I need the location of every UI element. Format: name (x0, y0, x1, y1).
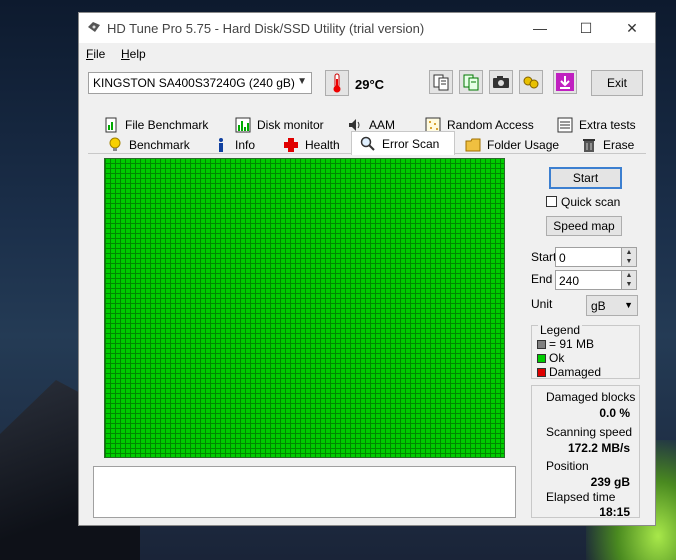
error-scan-panel: Start Quick scan Speed map Start 0 ▲ ▼ E… (88, 153, 646, 520)
spin-up-icon[interactable]: ▲ (621, 271, 636, 280)
quick-scan-label: Quick scan (561, 195, 621, 209)
position-label: Position (546, 459, 589, 473)
legend-swatch-damaged (537, 368, 546, 377)
tools-icon (523, 76, 539, 89)
menu-help-label: elp (129, 47, 146, 61)
damaged-blocks-value: 0.0 % (599, 406, 630, 420)
legend-block-size: = 91 MB (549, 337, 595, 351)
toolbar: KINGSTON SA400S37240G (240 gB) ▼ 29°C Ex… (79, 65, 655, 105)
copy-all-button[interactable] (459, 70, 483, 94)
start-field-value: 0 (559, 251, 566, 265)
file-benchmark-icon (105, 117, 117, 133)
app-icon (88, 22, 100, 32)
end-field-value: 240 (559, 274, 580, 288)
legend-swatch-ok (537, 354, 546, 363)
lightbulb-icon (109, 137, 121, 151)
tab-erase-label: Erase (603, 138, 635, 152)
options-button[interactable] (519, 70, 543, 94)
end-field[interactable]: 240 ▲ ▼ (555, 270, 637, 290)
tab-random-access-label: Random Access (447, 118, 534, 132)
legend-damaged: Damaged (549, 365, 602, 379)
menu-help[interactable]: Help (121, 47, 146, 61)
screenshot-button[interactable] (489, 70, 513, 94)
tab-extra-tests-label: Extra tests (579, 118, 636, 132)
speed-map-button[interactable]: Speed map (546, 216, 622, 236)
hdtune-window: HD Tune Pro 5.75 - Hard Disk/SSD Utility… (78, 12, 656, 526)
save-button[interactable] (553, 70, 577, 94)
unit-select[interactable]: gB ▼ (586, 295, 638, 316)
damaged-blocks-label: Damaged blocks (546, 390, 636, 404)
menu-help-mnemonic: H (121, 47, 130, 61)
unit-label: Unit (531, 297, 553, 311)
menu-file-label: ile (93, 47, 106, 61)
spin-down-icon[interactable]: ▼ (621, 280, 636, 289)
elapsed-time-value: 18:15 (599, 505, 630, 519)
spin-down-icon[interactable]: ▼ (621, 257, 636, 266)
start-field[interactable]: 0 ▲ ▼ (555, 247, 637, 267)
end-field-label: End (531, 272, 553, 286)
scan-log[interactable] (93, 466, 516, 518)
tab-folder-usage-label: Folder Usage (487, 138, 560, 152)
unit-select-value: gB (591, 299, 606, 313)
copy-all-icon (463, 74, 479, 91)
elapsed-time-label: Elapsed time (546, 490, 616, 504)
legend-swatch-block-size (537, 340, 546, 349)
temperature-button[interactable] (325, 70, 349, 96)
tab-error-scan-label: Error Scan (382, 137, 440, 151)
tab-file-benchmark-label: File Benchmark (125, 118, 209, 132)
tab-disk-monitor-label: Disk monitor (257, 118, 324, 132)
start-scan-button[interactable]: Start (549, 167, 622, 189)
scanning-speed-label: Scanning speed (546, 425, 633, 439)
quick-scan-checkbox[interactable] (546, 196, 557, 207)
legend-group: Legend = 91 MB Ok Damaged (531, 323, 640, 379)
download-icon (556, 73, 574, 91)
tab-error-scan[interactable]: Error Scan (351, 131, 455, 155)
exit-button[interactable]: Exit (591, 70, 643, 96)
window-title: HD Tune Pro 5.75 - Hard Disk/SSD Utility… (107, 21, 425, 36)
scanning-speed-value: 172.2 MB/s (567, 441, 630, 455)
drive-select[interactable]: KINGSTON SA400S37240G (240 gB) ▼ (88, 72, 312, 94)
drive-select-value: KINGSTON SA400S37240G (240 gB) (93, 76, 295, 90)
copy-info-button[interactable] (429, 70, 453, 94)
health-cross-icon (284, 138, 298, 152)
trash-icon (583, 139, 595, 152)
maximize-button[interactable]: ☐ (563, 13, 609, 43)
folder-icon (465, 138, 481, 152)
menu-bar: File Help (79, 44, 655, 64)
tab-health-label: Health (305, 138, 340, 152)
legend-ok: Ok (549, 351, 565, 365)
magnifier-icon (360, 136, 375, 151)
minimize-button[interactable]: — (517, 13, 563, 43)
position-value: 239 gB (590, 475, 630, 489)
menu-file[interactable]: File (86, 47, 105, 61)
stats-group: Damaged blocks 0.0 % Scanning speed 172.… (531, 385, 640, 519)
tab-benchmark-label: Benchmark (129, 138, 190, 152)
start-field-label: Start (531, 250, 557, 264)
tab-info-label: Info (235, 138, 256, 152)
camera-icon (493, 76, 509, 88)
disk-monitor-icon (235, 117, 251, 133)
chevron-down-icon: ▼ (624, 300, 633, 310)
spin-up-icon[interactable]: ▲ (621, 248, 636, 257)
extra-tests-icon (557, 117, 573, 133)
info-icon (219, 138, 223, 152)
thermometer-icon (333, 73, 341, 93)
temperature-readout: 29°C (355, 77, 385, 92)
chevron-down-icon: ▼ (297, 76, 307, 87)
close-button[interactable]: ✕ (609, 13, 655, 43)
title-bar[interactable]: HD Tune Pro 5.75 - Hard Disk/SSD Utility… (79, 13, 655, 43)
tab-aam-label: AAM (369, 118, 396, 132)
legend-title: Legend (538, 323, 583, 337)
scan-block-map (104, 158, 505, 458)
copy-icon (433, 74, 449, 91)
